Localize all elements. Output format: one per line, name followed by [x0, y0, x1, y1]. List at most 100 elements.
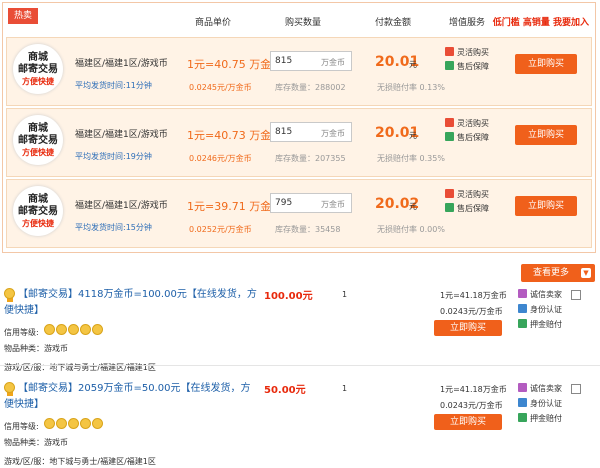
header-quantity: 购买数量	[285, 18, 322, 28]
logo-line-1: 商城	[28, 194, 48, 205]
service-label: 售后保障	[457, 133, 489, 142]
header-unit-price: 商品单价	[195, 18, 232, 28]
listing-unit-price: 0.0243元/万金币	[440, 401, 503, 410]
gold-star-icon	[92, 418, 103, 429]
listing-title-link[interactable]: 【邮寄交易】2059万金币=50.00元【在线发货，方便快捷】	[4, 381, 259, 413]
logo-line-1: 商城	[28, 123, 48, 134]
offer-stock: 库存数量：35458	[275, 225, 341, 234]
service-label: 灵活购买	[457, 48, 489, 57]
buy-now-button[interactable]: 立即购买	[515, 125, 577, 145]
credit-stars	[44, 324, 104, 338]
flexible-buy-icon	[445, 47, 454, 56]
offer-stock: 库存数量：207355	[275, 154, 346, 163]
quantity-value: 815	[275, 127, 293, 137]
credit-level-label: 信用等级:	[4, 328, 39, 337]
listing-ratio: 1元=41.18万金币	[440, 291, 507, 300]
logo-line-3: 方便快捷	[22, 148, 54, 157]
service-label: 押金赔付	[530, 414, 562, 423]
offer-pay-unit: 元	[409, 60, 417, 69]
service-trusted-seller: 诚信卖家	[518, 383, 562, 394]
offer-region: 福建区/福建1区/游戏币	[75, 59, 168, 69]
game-server: 游戏/区/服：地下城与勇士/福建区/福建1区	[4, 457, 156, 466]
service-label: 灵活购买	[457, 190, 489, 199]
service-label: 诚信卖家	[530, 290, 562, 299]
credit-level-label: 信用等级:	[4, 422, 39, 431]
service-deposit-compensation: 押金赔付	[518, 413, 562, 424]
after-sale-icon	[445, 132, 454, 141]
service-label: 身份认证	[530, 399, 562, 408]
game-server: 游戏/区/服：地下城与勇士/福建区/福建1区	[4, 363, 156, 372]
table-header: 热卖 商品单价 购买数量 付款金额 增值服务 低门槛 高销量 我要加入	[3, 3, 595, 37]
gold-star-icon	[80, 324, 91, 335]
listing-ratio: 1元=41.18万金币	[440, 385, 507, 394]
offer-row: 商城 邮寄交易 方便快捷 福建区/福建1区/游戏币 平均发货时间:19分钟 1元…	[6, 108, 592, 177]
offer-unit-price: 0.0246元/万金币	[189, 154, 252, 163]
join-promo-link[interactable]: 低门槛 高销量 我要加入	[493, 15, 589, 28]
quantity-value: 795	[275, 198, 293, 208]
listing-row: 【邮寄交易】2059万金币=50.00元【在线发货，方便快捷】 信用等级: 物品…	[0, 378, 600, 468]
offer-unit-price: 0.0245元/万金币	[189, 83, 252, 92]
id-verified-icon	[518, 398, 527, 407]
item-kind: 物品种类：游戏币	[4, 438, 68, 447]
service-trusted-seller: 诚信卖家	[518, 289, 562, 300]
quantity-input[interactable]: 795 万金币	[270, 193, 352, 213]
select-checkbox[interactable]	[571, 384, 581, 394]
hot-sale-panel: 热卖 商品单价 购买数量 付款金额 增值服务 低门槛 高销量 我要加入 商城 邮…	[2, 2, 596, 253]
flexible-buy-icon	[445, 189, 454, 198]
offer-region: 福建区/福建1区/游戏币	[75, 130, 168, 140]
service-label: 灵活购买	[457, 119, 489, 128]
gold-star-icon	[56, 418, 67, 429]
quantity-input[interactable]: 815 万金币	[270, 51, 352, 71]
offer-avg-time: 平均发货时间:19分钟	[75, 152, 152, 161]
credit-stars	[44, 418, 104, 432]
service-flexible-buy: 灵活购买	[445, 118, 489, 129]
offer-row: 商城 邮寄交易 方便快捷 福建区/福建1区/游戏币 平均发货时间:11分钟 1元…	[6, 37, 592, 106]
offer-compensation-rate: 无损赔付率 0.00%	[377, 225, 445, 234]
logo-line-3: 方便快捷	[22, 77, 54, 86]
offer-stock: 库存数量：288002	[275, 83, 346, 92]
flexible-buy-icon	[445, 118, 454, 127]
gold-star-icon	[92, 324, 103, 335]
listing-price: 50.00元	[264, 385, 306, 396]
service-label: 售后保障	[457, 62, 489, 71]
after-sale-icon	[445, 203, 454, 212]
mall-mail-logo: 商城 邮寄交易 方便快捷	[13, 186, 63, 236]
mall-mail-logo: 商城 邮寄交易 方便快捷	[13, 115, 63, 165]
offer-compensation-rate: 无损赔付率 0.13%	[377, 83, 445, 92]
item-kind: 物品种类：游戏币	[4, 344, 68, 353]
quantity-unit: 万金币	[321, 129, 345, 138]
listing-price: 100.00元	[264, 291, 313, 302]
service-flexible-buy: 灵活购买	[445, 47, 489, 58]
buy-now-button[interactable]: 立即购买	[434, 414, 502, 430]
logo-line-2: 邮寄交易	[18, 206, 58, 217]
header-payment: 付款金额	[375, 18, 412, 28]
hot-tag: 热卖	[8, 8, 38, 24]
view-more-button[interactable]: 查看更多 ▼	[521, 264, 595, 282]
offer-row: 商城 邮寄交易 方便快捷 福建区/福建1区/游戏币 平均发货时间:15分钟 1元…	[6, 179, 592, 248]
service-label: 押金赔付	[530, 320, 562, 329]
quantity-unit: 万金币	[321, 200, 345, 209]
header-service: 增值服务	[449, 18, 486, 28]
buy-now-button[interactable]: 立即购买	[515, 196, 577, 216]
quantity-value: 815	[275, 56, 293, 66]
trusted-seller-icon	[518, 383, 527, 392]
buy-now-button[interactable]: 立即购买	[515, 54, 577, 74]
quantity-unit: 万金币	[321, 58, 345, 67]
quantity-input[interactable]: 815 万金币	[270, 122, 352, 142]
offer-pay-unit: 元	[409, 202, 417, 211]
listing-title-link[interactable]: 【邮寄交易】4118万金币=100.00元【在线发货，方便快捷】	[4, 287, 259, 319]
logo-line-3: 方便快捷	[22, 219, 54, 228]
buy-now-button[interactable]: 立即购买	[434, 320, 502, 336]
service-after-sale: 售后保障	[445, 132, 489, 143]
logo-line-1: 商城	[28, 52, 48, 63]
offer-region: 福建区/福建1区/游戏币	[75, 201, 168, 211]
mall-mail-logo: 商城 邮寄交易 方便快捷	[13, 44, 63, 94]
select-checkbox[interactable]	[571, 290, 581, 300]
offer-unit-price: 0.0252元/万金币	[189, 225, 252, 234]
service-deposit-compensation: 押金赔付	[518, 319, 562, 330]
listing-unit-price: 0.0243元/万金币	[440, 307, 503, 316]
gold-star-icon	[80, 418, 91, 429]
view-more-label: 查看更多	[533, 268, 570, 278]
divider	[0, 365, 600, 366]
offer-price: 1元=40.75 万金币	[187, 58, 283, 71]
